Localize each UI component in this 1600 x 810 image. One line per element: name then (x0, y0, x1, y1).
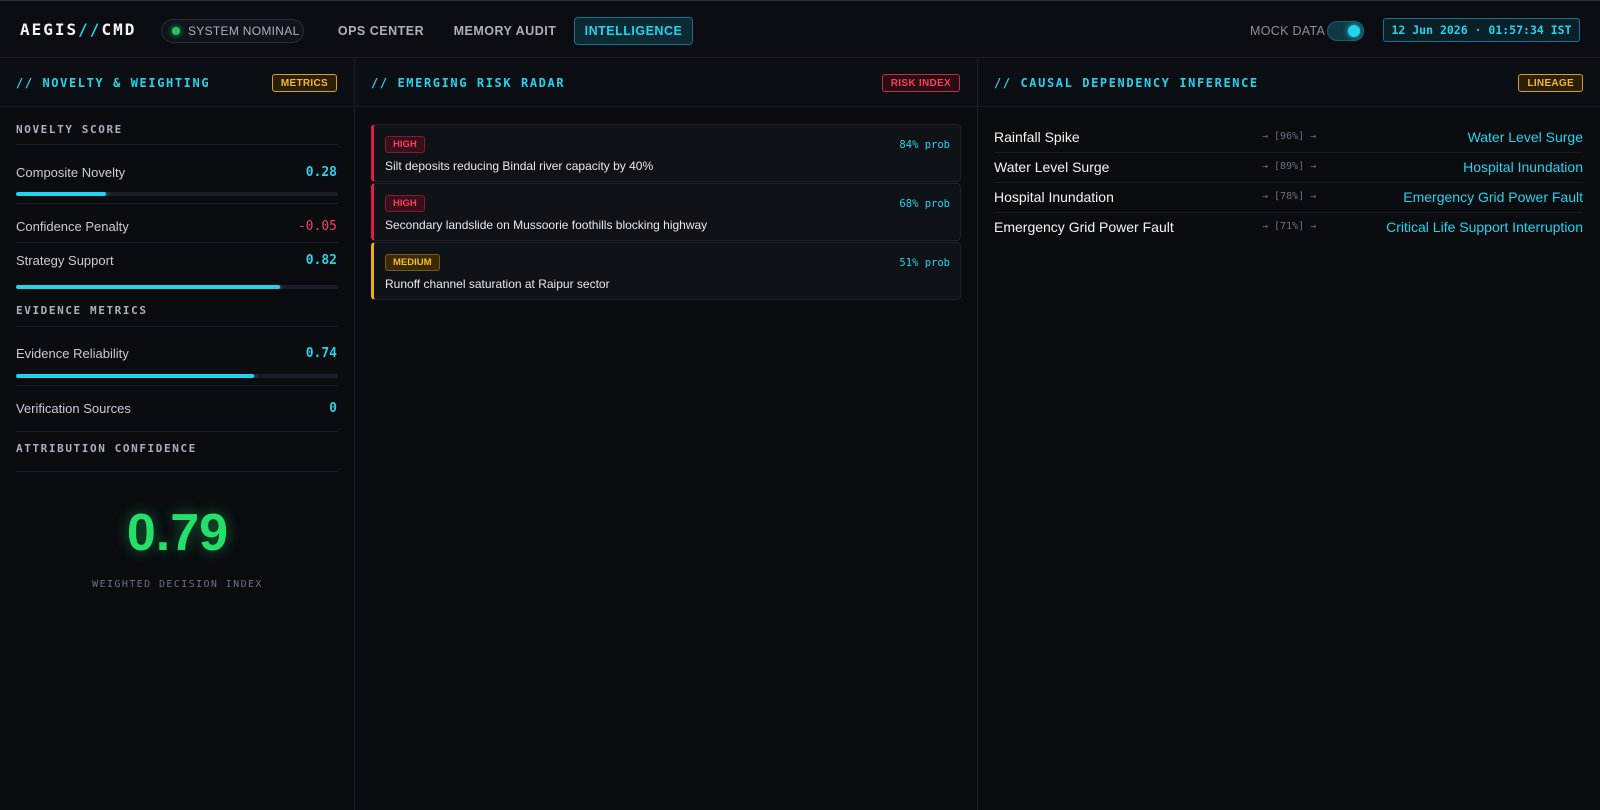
dependency-cause: Water Level Surge (994, 159, 1110, 175)
dependency-effect: Emergency Grid Power Fault (1403, 189, 1583, 205)
verification-sources-label: Verification Sources (16, 401, 131, 416)
panel-title: // EMERGING RISK RADAR (371, 76, 566, 90)
dependency-effect: Hospital Inundation (1463, 159, 1583, 175)
dependency-cause: Rainfall Spike (994, 129, 1080, 145)
novelty-weighting-panel: // NOVELTY & WEIGHTING METRICS NOVELTY S… (0, 59, 355, 810)
dependency-row: Rainfall Spike → [96%] → Water Level Sur… (994, 123, 1583, 153)
emerging-risk-radar-panel: // EMERGING RISK RADAR RISK INDEX HIGH 8… (355, 59, 978, 810)
lineage-badge: LINEAGE (1518, 74, 1583, 92)
mock-data-toggle[interactable] (1327, 21, 1364, 41)
risk-card[interactable]: HIGH 84% prob Silt deposits reducing Bin… (371, 124, 961, 182)
status-dot-icon (172, 27, 180, 35)
panel-header: // NOVELTY & WEIGHTING METRICS (0, 59, 354, 107)
tab-intelligence[interactable]: INTELLIGENCE (574, 17, 693, 45)
severity-badge: HIGH (385, 136, 425, 153)
metrics-badge: METRICS (271, 74, 337, 92)
panel-header: // EMERGING RISK RADAR RISK INDEX (355, 59, 977, 107)
divider (16, 431, 338, 432)
risk-probability: 68% prob (899, 198, 950, 210)
attribution-confidence-heading: ATTRIBUTION CONFIDENCE (16, 442, 197, 455)
dependency-weight: → [78%] → (1262, 191, 1317, 202)
risk-description: Silt deposits reducing Bindal river capa… (385, 159, 654, 173)
risk-probability: 51% prob (899, 257, 950, 269)
risk-probability: 84% prob (899, 139, 950, 151)
verification-sources-value: 0 (329, 401, 337, 416)
divider (16, 242, 338, 243)
composite-novelty-bar (16, 192, 338, 196)
evidence-reliability-value: 0.74 (305, 346, 337, 361)
dependency-weight: → [89%] → (1262, 161, 1317, 172)
tab-ops-center[interactable]: OPS CENTER (328, 17, 434, 45)
risk-card[interactable]: MEDIUM 51% prob Runoff channel saturatio… (371, 242, 961, 300)
strategy-support-label: Strategy Support (16, 253, 114, 268)
dependency-weight: → [96%] → (1262, 131, 1317, 142)
divider (16, 385, 338, 386)
panel-header: // CAUSAL DEPENDENCY INFERENCE LINEAGE (978, 59, 1600, 107)
severity-badge: MEDIUM (385, 254, 440, 271)
evidence-reliability-bar (16, 374, 338, 378)
strategy-support-bar-fill (16, 285, 281, 289)
composite-novelty-label: Composite Novelty (16, 165, 126, 180)
dependency-row: Hospital Inundation → [78%] → Emergency … (994, 183, 1583, 213)
dependency-effect: Critical Life Support Interruption (1386, 219, 1583, 235)
composite-novelty-value: 0.28 (305, 165, 337, 180)
dependency-row: Emergency Grid Power Fault → [71%] → Cri… (994, 213, 1583, 243)
brand-prefix: AEGIS (20, 20, 79, 39)
toggle-knob (1348, 25, 1360, 37)
divider (16, 326, 338, 327)
confidence-penalty-value: -0.05 (297, 219, 337, 234)
mock-data-label: MOCK DATA (1250, 24, 1326, 38)
dependency-cause: Emergency Grid Power Fault (994, 219, 1174, 235)
novelty-score-heading: NOVELTY SCORE (16, 123, 123, 136)
dependency-weight: → [71%] → (1262, 221, 1317, 232)
brand-slashes: // (78, 20, 102, 39)
panel-title: // NOVELTY & WEIGHTING (16, 76, 211, 90)
evidence-reliability-label: Evidence Reliability (16, 346, 129, 361)
evidence-metrics-heading: EVIDENCE METRICS (16, 304, 148, 317)
severity-badge: HIGH (385, 195, 425, 212)
brand-logo: AEGIS//CMD (20, 20, 136, 39)
panel-title: // CAUSAL DEPENDENCY INFERENCE (994, 76, 1259, 90)
evidence-reliability-bar-fill (16, 374, 255, 378)
risk-description: Secondary landslide on Mussoorie foothil… (385, 218, 708, 232)
confidence-penalty-label: Confidence Penalty (16, 219, 129, 234)
attribution-caption: WEIGHTED DECISION INDEX (92, 579, 263, 590)
top-bar: AEGIS//CMD SYSTEM NOMINAL OPS CENTER MEM… (0, 0, 1600, 58)
brand-suffix: CMD (101, 20, 137, 39)
composite-novelty-bar-fill (16, 192, 107, 196)
risk-card[interactable]: HIGH 68% prob Secondary landslide on Mus… (371, 183, 961, 241)
dependency-cause: Hospital Inundation (994, 189, 1114, 205)
risk-description: Runoff channel saturation at Raipur sect… (385, 277, 610, 291)
risk-index-badge: RISK INDEX (881, 74, 960, 92)
dependency-row: Water Level Surge → [89%] → Hospital Inu… (994, 153, 1583, 183)
tab-memory-audit[interactable]: MEMORY AUDIT (446, 17, 564, 45)
clock-display: 12 Jun 2026 · 01:57:34 IST (1383, 18, 1580, 42)
strategy-support-value: 0.82 (305, 253, 337, 268)
divider (16, 144, 338, 145)
divider (16, 203, 338, 204)
divider (16, 471, 338, 472)
attribution-score: 0.79 (126, 504, 229, 562)
dependency-effect: Water Level Surge (1467, 129, 1583, 145)
causal-dependency-panel: // CAUSAL DEPENDENCY INFERENCE LINEAGE R… (978, 59, 1600, 810)
system-status-text: SYSTEM NOMINAL (188, 24, 300, 38)
system-status-pill: SYSTEM NOMINAL (161, 19, 304, 43)
strategy-support-bar (16, 285, 338, 289)
